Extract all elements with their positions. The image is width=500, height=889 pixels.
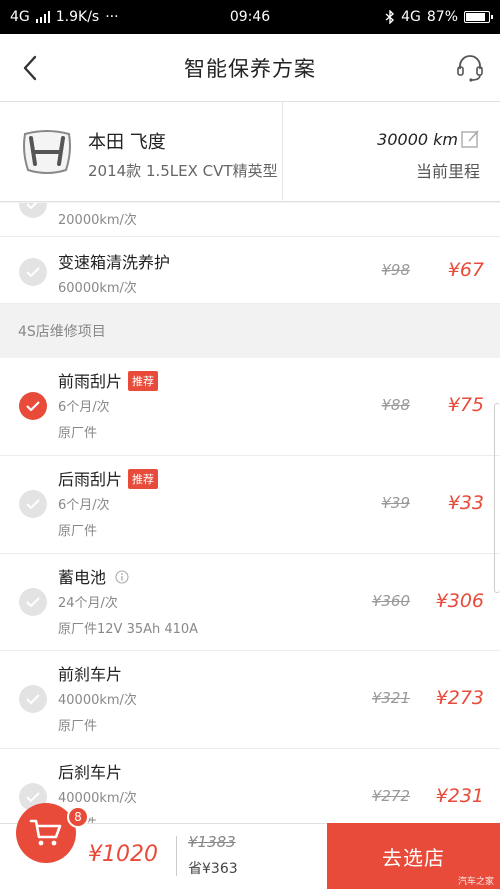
item-original-price: ¥321 (371, 689, 410, 707)
item-interval: 40000km/次 (58, 693, 137, 708)
item-spec: 原厂件 (58, 426, 98, 441)
info-icon[interactable] (115, 570, 129, 584)
item-name: 前雨刮片 推荐 (58, 368, 159, 392)
section-header: 4S店维修项目 (0, 304, 500, 358)
item-price: ¥67 (447, 259, 484, 281)
item-spec: 原厂件12V 35Ah 410A (58, 622, 199, 637)
mileage-label: 当前里程 (415, 162, 480, 181)
item-checkbox[interactable] (19, 685, 47, 713)
divider (282, 102, 283, 202)
total-price: ¥1020 (88, 842, 158, 867)
back-button[interactable] (10, 48, 50, 88)
customer-service-button[interactable] (450, 48, 490, 88)
check-icon (26, 203, 38, 209)
item-price: ¥33 (447, 492, 484, 514)
honda-logo-icon (23, 130, 71, 174)
car-model: 2014款 1.5LEX CVT精英型 (88, 162, 278, 180)
check-icon (26, 401, 40, 411)
network-label: 4G (10, 9, 30, 25)
item-checkbox[interactable] (19, 203, 47, 218)
chevron-left-icon (23, 55, 37, 81)
scroll-indicator[interactable] (494, 403, 500, 593)
cart-icon (29, 819, 62, 846)
total-original-price: ¥1383 (188, 833, 236, 851)
item-checkbox[interactable] (19, 588, 47, 616)
item-interval: 6个月/次 (58, 498, 110, 513)
list-item[interactable]: 后雨刮片 推荐 6个月/次 原厂件 ¥39 ¥33 (0, 456, 500, 554)
check-icon (26, 267, 40, 277)
maintenance-list[interactable]: 20000km/次 变速箱清洗养护 60000km/次 ¥98 ¥67 4S店维… (0, 203, 500, 823)
item-original-price: ¥272 (371, 787, 410, 805)
check-icon (26, 499, 40, 509)
recommend-tag: 推荐 (128, 371, 159, 391)
item-checkbox[interactable] (19, 490, 47, 518)
item-checkbox-checked[interactable] (19, 392, 47, 420)
signal-icon (35, 11, 50, 23)
list-item[interactable]: 前雨刮片 推荐 6个月/次 原厂件 ¥88 ¥75 (0, 358, 500, 456)
list-item[interactable]: 20000km/次 (0, 203, 500, 237)
headset-icon (457, 55, 483, 82)
item-price: ¥306 (435, 590, 484, 612)
item-name: 前刹车片 (58, 665, 123, 684)
car-info-panel[interactable]: 本田 飞度 2014款 1.5LEX CVT精英型 30000 km 当前里程 (0, 102, 500, 202)
edit-icon[interactable] (460, 129, 480, 149)
item-original-price: ¥98 (381, 261, 410, 279)
list-item[interactable]: 变速箱清洗养护 60000km/次 ¥98 ¥67 (0, 237, 500, 304)
item-spec: 原厂件 (58, 524, 98, 539)
status-bar: 4G 1.9K/s ··· 09:46 4G 87% (0, 0, 500, 34)
page-title: 智能保养方案 (184, 56, 316, 81)
item-price: ¥273 (435, 687, 484, 709)
item-interval: 24个月/次 (58, 596, 118, 611)
divider (176, 836, 177, 876)
item-original-price: ¥39 (381, 494, 410, 512)
item-price: ¥231 (435, 785, 484, 807)
car-name: 本田 飞度 (88, 132, 166, 153)
list-item[interactable]: 蓄电池 24个月/次 原厂件12V 35Ah 410A ¥360 ¥306 (0, 554, 500, 651)
item-spec: 原厂件 (58, 719, 98, 734)
item-price: ¥75 (447, 394, 484, 416)
battery-percent: 87% (426, 9, 458, 25)
item-name: 后雨刮片 推荐 (58, 466, 159, 490)
cart-count-badge: 8 (67, 806, 89, 828)
status-left: 4G 1.9K/s ··· (10, 9, 119, 25)
item-name: 后刹车片 (58, 763, 123, 782)
header: 智能保养方案 (0, 34, 500, 102)
battery-icon (464, 11, 493, 23)
network-speed: 1.9K/s (55, 9, 100, 25)
item-interval: 40000km/次 (58, 791, 137, 806)
item-original-price: ¥360 (371, 592, 410, 610)
item-original-price: ¥88 (381, 396, 410, 414)
check-icon (26, 597, 40, 607)
network-right-label: 4G (401, 9, 421, 25)
saved-amount: 省¥363 (188, 861, 238, 877)
status-dots: ··· (105, 9, 119, 25)
item-checkbox[interactable] (19, 258, 47, 286)
bluetooth-icon (385, 10, 395, 24)
item-name: 变速箱清洗养护 (58, 253, 171, 272)
check-icon (26, 792, 40, 802)
item-interval: 20000km/次 (58, 213, 137, 228)
recommend-tag: 推荐 (128, 469, 159, 489)
mileage-value[interactable]: 30000 km (377, 130, 458, 149)
item-name: 蓄电池 (58, 564, 129, 588)
item-interval: 6个月/次 (58, 400, 110, 415)
check-icon (26, 694, 40, 704)
list-item[interactable]: 前刹车片 40000km/次 原厂件 ¥321 ¥273 (0, 651, 500, 749)
item-interval: 60000km/次 (58, 281, 137, 296)
status-right: 4G 87% (385, 9, 493, 25)
watermark: 汽车之家 (457, 877, 494, 887)
